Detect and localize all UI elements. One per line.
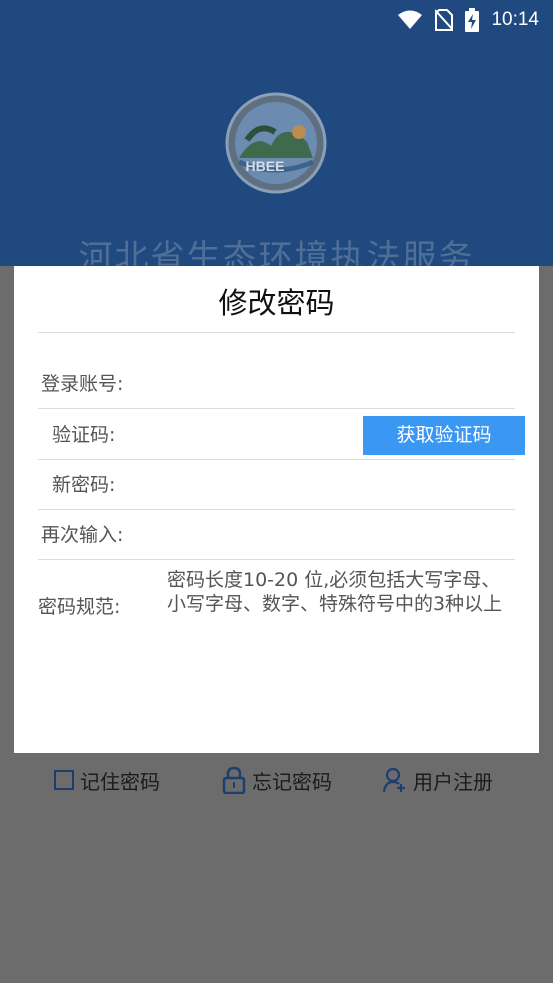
new-password-row: 新密码: bbox=[38, 460, 515, 510]
logo-text: HBEE bbox=[246, 158, 285, 174]
status-bar: 10:14 bbox=[0, 0, 553, 40]
register-label: 用户注册 bbox=[413, 769, 493, 794]
get-code-button[interactable]: 获取验证码 bbox=[363, 416, 525, 455]
lock-icon bbox=[222, 766, 246, 794]
new-password-label: 新密码: bbox=[52, 474, 116, 496]
password-rule-label: 密码规范: bbox=[38, 596, 121, 618]
account-input[interactable] bbox=[148, 367, 372, 403]
remember-password[interactable]: 记住密码 bbox=[54, 762, 160, 798]
no-sim-icon bbox=[435, 9, 454, 31]
confirm-password-row: 再次输入: bbox=[38, 510, 515, 560]
dialog-title: 修改密码 bbox=[218, 286, 335, 320]
status-time: 10:14 bbox=[491, 9, 539, 30]
register-link[interactable]: 用户注册 bbox=[383, 762, 493, 798]
divider bbox=[38, 408, 515, 409]
forgot-password-label: 忘记密码 bbox=[252, 769, 332, 794]
password-rule-text: 密码长度10-20 位,必须包括大写字母、小写字母、数字、特殊符号中的3种以上 bbox=[167, 569, 503, 615]
divider bbox=[38, 559, 515, 560]
new-password-input[interactable] bbox=[148, 468, 372, 504]
hbee-logo: HBEE bbox=[225, 92, 327, 194]
code-label: 验证码: bbox=[52, 424, 116, 446]
battery-charging-icon bbox=[465, 8, 480, 32]
checkbox-icon[interactable] bbox=[54, 770, 74, 790]
wifi-icon bbox=[398, 10, 423, 29]
confirm-password-input[interactable] bbox=[148, 518, 372, 554]
account-row: 登录账号: bbox=[38, 359, 515, 409]
account-label: 登录账号: bbox=[41, 373, 124, 395]
forgot-password-link[interactable]: 忘记密码 bbox=[222, 762, 332, 798]
divider bbox=[38, 332, 515, 333]
app-title: 河北省生态环境执法服务 bbox=[78, 238, 475, 266]
change-password-dialog: 修改密码 登录账号: 验证码: 获取验证码 新密码: 再次输入: 密码规范: 密… bbox=[14, 266, 539, 753]
add-user-icon bbox=[383, 767, 405, 793]
remember-password-label: 记住密码 bbox=[80, 769, 160, 794]
login-options: 记住密码 忘记密码 用户注册 bbox=[0, 762, 553, 798]
code-input[interactable] bbox=[148, 418, 352, 454]
code-row: 验证码: 获取验证码 bbox=[38, 410, 525, 460]
confirm-password-label: 再次输入: bbox=[41, 524, 124, 546]
